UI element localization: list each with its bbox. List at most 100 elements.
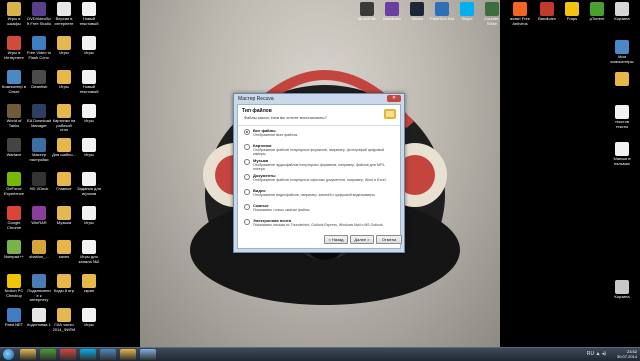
- desktop-icon-label: Игры: [84, 152, 94, 157]
- app-icon: [615, 2, 629, 16]
- desktop-icon[interactable]: Мастер настройки: [27, 138, 51, 162]
- desktop-icon[interactable]: PaintTool SAI: [430, 2, 454, 22]
- cancel-button[interactable]: Отмена: [376, 235, 402, 244]
- desktop-icon[interactable]: Skype: [455, 2, 479, 22]
- desktop-icon[interactable]: Игры в Интернете: [2, 36, 26, 60]
- desktop-icon[interactable]: GeForce Experience: [2, 172, 26, 196]
- clock[interactable]: 23:52 30.07.2014: [617, 349, 637, 359]
- next-button[interactable]: Далее >: [350, 235, 374, 244]
- taskbar-recuva-icon[interactable]: [140, 349, 156, 360]
- radio-icon[interactable]: [244, 204, 250, 210]
- desktop-icon[interactable]: Корзина: [610, 280, 634, 300]
- desktop-icon[interactable]: Paint.NET: [2, 308, 26, 328]
- desktop-icon[interactable]: Notepad++: [2, 240, 26, 260]
- desktop-icon[interactable]: Задания для игроков: [77, 172, 101, 196]
- desktop-icon[interactable]: Counter-Strike: [480, 2, 504, 26]
- desktop-icon[interactable]: WinRAR: [27, 206, 51, 226]
- desktop-icon-label: Warface: [6, 152, 22, 157]
- app-icon: [57, 172, 71, 186]
- desktop-icon[interactable]: Игры для канала №2: [77, 240, 101, 264]
- taskbar-explorer-icon[interactable]: [20, 349, 36, 360]
- taskbar-utorrent-icon[interactable]: [40, 349, 56, 360]
- taskbar-files-icon[interactable]: [120, 349, 136, 360]
- desktop-icon[interactable]: HD VDeck: [27, 172, 51, 192]
- desktop-icon[interactable]: Подключение к интернету: [27, 274, 51, 303]
- desktop-icon[interactable]: ГИА части 2014_ФИПИ: [52, 308, 76, 332]
- desktop-icon[interactable]: Мои компьютеры: [610, 40, 634, 64]
- close-icon[interactable]: ✕: [387, 95, 401, 102]
- desktop-icon[interactable]: Компьютер в Ольге: [2, 70, 26, 94]
- desktop-icon[interactable]: shablon_...: [27, 240, 51, 260]
- taskbar-skype-icon[interactable]: [80, 349, 96, 360]
- desktop-icon[interactable]: saves: [52, 240, 76, 260]
- desktop-icon[interactable]: Игры: [52, 36, 76, 56]
- radio-icon[interactable]: [244, 189, 250, 195]
- desktop-icon-label: Игры: [84, 50, 94, 55]
- desktop-icon[interactable]: Картинки на рабочий стол: [52, 104, 76, 133]
- desktop-icon[interactable]: Fraps: [560, 2, 584, 22]
- taskbar-media-icon[interactable]: [100, 349, 116, 360]
- desktop-icon[interactable]: Free Video to Flash Conv.: [27, 36, 51, 60]
- desktop-icon[interactable]: Новый текстовый: [77, 2, 101, 26]
- radio-selected-icon[interactable]: [244, 129, 250, 135]
- desktop-icon[interactable]: текстов тексты: [610, 105, 634, 129]
- desktop-icon[interactable]: скрин: [77, 274, 101, 294]
- app-icon: [32, 138, 46, 152]
- desktop-icon[interactable]: Игры в шкафы: [2, 2, 26, 26]
- desktop-icon[interactable]: подготовка 1: [27, 308, 51, 328]
- desktop-icon-label: saves: [58, 254, 70, 259]
- app-icon: [615, 72, 629, 86]
- desktop-icon[interactable]: Steam: [405, 2, 429, 22]
- desktop-icon[interactable]: Игры: [77, 104, 101, 124]
- desktop-icon[interactable]: Cleanfish: [27, 70, 51, 90]
- radio-icon[interactable]: [244, 144, 250, 150]
- start-button[interactable]: [3, 349, 14, 360]
- app-icon: [32, 308, 46, 322]
- desktop-icon[interactable]: Игры: [77, 206, 101, 226]
- app-icon: [410, 2, 424, 16]
- desktop-icon[interactable]: Для шабло...: [52, 138, 76, 158]
- desktop-icon[interactable]: Маньки в пальмах: [610, 142, 634, 166]
- radio-icon[interactable]: [244, 219, 250, 225]
- back-button[interactable]: < Назад: [324, 235, 348, 244]
- desktop-icon[interactable]: Google Chrome: [2, 206, 26, 230]
- app-icon: [32, 172, 46, 186]
- taskbar: RU ▲ ◂) 23:52 30.07.2014: [0, 347, 640, 361]
- desktop-icon[interactable]: Warface: [2, 138, 26, 158]
- desktop-icon[interactable]: Версия в интернете: [52, 2, 76, 26]
- app-icon: [32, 274, 46, 288]
- desktop-icon[interactable]: DVDVideoSoft Free Studio: [27, 2, 51, 26]
- app-icon: [513, 2, 527, 16]
- desktop-icon-label: Игры: [59, 84, 69, 89]
- desktop-icon[interactable]: avast! Free Antivirus: [508, 2, 532, 26]
- radio-icon[interactable]: [244, 174, 250, 180]
- desktop-icon[interactable]: Корзина: [610, 2, 634, 22]
- desktop-icon-label: Главное: [56, 186, 72, 191]
- system-tray[interactable]: RU ▲ ◂): [587, 351, 606, 357]
- desktop-icon[interactable]: Главное: [52, 172, 76, 192]
- desktop-icon[interactable]: Игры: [77, 138, 101, 158]
- desktop-icon[interactable]: µTorrent: [585, 2, 609, 22]
- option-description: Показывать письма из Thunderbird, Outloo…: [253, 223, 384, 227]
- desktop-icon[interactable]: Коды 8 игр: [52, 274, 76, 294]
- desktop-icon-label: Корзина: [614, 16, 630, 21]
- desktop-icon[interactable]: lib-sofi file: [355, 2, 379, 22]
- desktop-icon-label: Подключение к интернету: [27, 288, 51, 302]
- desktop-icon[interactable]: Игры: [52, 70, 76, 90]
- desktop-icon-label: Музыка: [56, 220, 72, 225]
- desktop-icon[interactable]: Bandicam: [535, 2, 559, 22]
- desktop-icon[interactable]: [610, 72, 634, 87]
- desktop-icon[interactable]: Новый текстовый: [77, 70, 101, 94]
- desktop-icon[interactable]: World of Tanks: [2, 104, 26, 128]
- desktop-icon[interactable]: Музыка: [52, 206, 76, 226]
- desktop-icon[interactable]: Игры: [77, 308, 101, 328]
- taskbar-chrome-icon[interactable]: [60, 349, 76, 360]
- desktop-icon[interactable]: EA Download Manager: [27, 104, 51, 128]
- radio-icon[interactable]: [244, 159, 250, 165]
- desktop-icon[interactable]: Игры: [77, 36, 101, 56]
- desktop-icon-label: WinRAR: [31, 220, 47, 225]
- desktop-icon[interactable]: Norton PC Checkup: [2, 274, 26, 298]
- app-icon: [7, 206, 21, 220]
- desktop-icon[interactable]: Bandicam: [380, 2, 404, 22]
- recuva-wizard-dialog[interactable]: Мастер Recuva ✕ Тип файлов Файлы какого …: [233, 93, 405, 253]
